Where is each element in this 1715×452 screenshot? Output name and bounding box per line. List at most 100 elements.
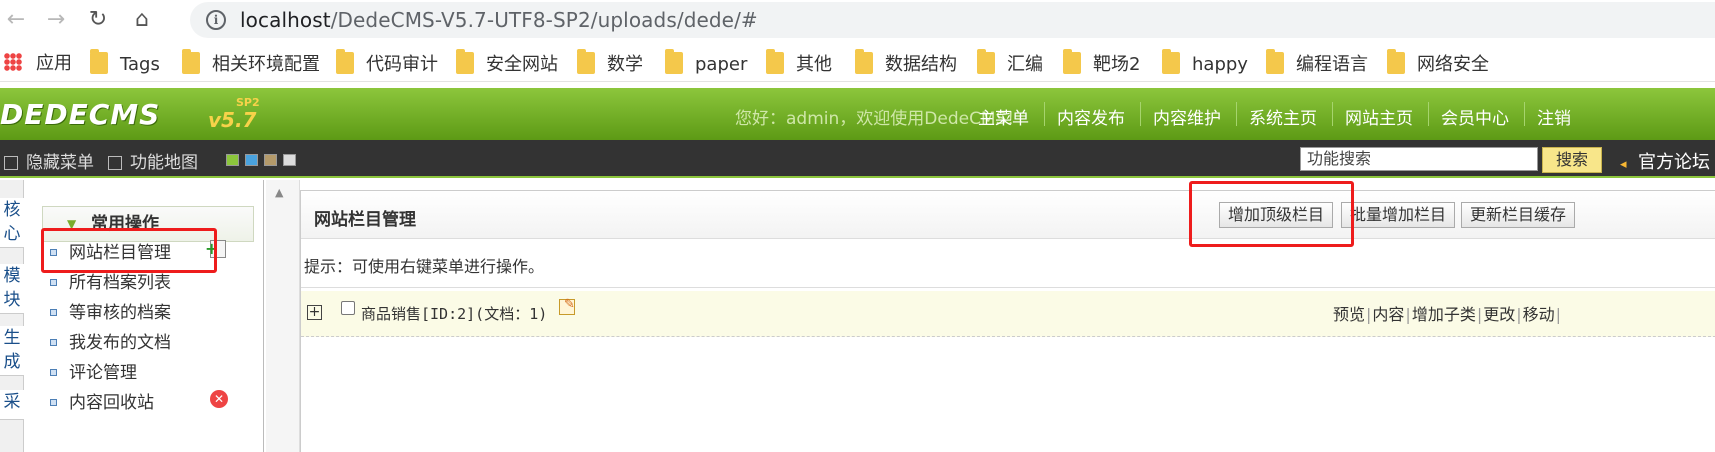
menu-item-recycle-bin[interactable]: 内容回收站 ✕ [50, 388, 228, 413]
site-info-icon[interactable]: i [206, 10, 226, 30]
address-bar[interactable]: i localhost/DedeCMS-V5.7-UTF8-SP2/upload… [190, 2, 1715, 38]
bookmarks-bar: 应用 Tags 相关环境配置 代码审计 安全网站 数学 paper 其他 数据结… [0, 44, 1715, 82]
batch-add-category-button[interactable]: 批量增加栏目 [1341, 202, 1456, 228]
folder-icon [665, 49, 683, 74]
topmenu-maintain[interactable]: 内容维护 [1153, 104, 1221, 129]
add-subcategory-link[interactable]: 增加子类 [1412, 305, 1476, 324]
left-menu-panel: ▼ 常用操作 网站栏目管理 所有档案列表 等审核的档案 我发布的文档 评论管理 … [24, 180, 264, 452]
update-category-cache-button[interactable]: 更新栏目缓存 [1461, 202, 1576, 228]
bookmark-folder[interactable]: paper [665, 49, 747, 76]
tab-generate[interactable]: 生成 [0, 326, 24, 376]
folder-icon [855, 49, 873, 74]
divider [301, 287, 1715, 288]
separator: | [1516, 305, 1522, 324]
bookmark-folder[interactable]: 编程语言 [1266, 49, 1368, 76]
bookmark-folder[interactable]: 安全网站 [456, 49, 558, 76]
folder-icon [766, 49, 784, 74]
main-title-row: 网站栏目管理 增加顶级栏目 批量增加栏目 更新栏目缓存 [301, 191, 1715, 239]
bookmark-folder[interactable]: 数学 [577, 49, 643, 76]
folder-icon [90, 49, 108, 74]
category-row[interactable]: + 商品销售[ID:2](文档：1) 预览|内容|增加子类|更改|移动| [301, 291, 1715, 337]
grid-icon [108, 156, 122, 170]
bullet-icon [50, 399, 57, 406]
bullet-icon [50, 339, 57, 346]
theme-brown-swatch[interactable] [264, 154, 277, 166]
menu-divider [1236, 102, 1237, 126]
edit-link[interactable]: 更改 [1483, 305, 1515, 324]
bookmark-apps[interactable]: 应用 [4, 52, 72, 76]
folder-icon [182, 49, 200, 74]
bookmark-folder[interactable]: 数据结构 [855, 49, 957, 76]
official-forum-link[interactable]: ◂ 官方论坛 [1620, 148, 1710, 174]
folder-icon [577, 49, 595, 74]
folder-icon [1063, 49, 1081, 74]
scroll-up-icon[interactable]: ▲ [275, 186, 283, 199]
separator: | [1405, 305, 1411, 324]
search-button[interactable]: 搜索 [1542, 147, 1602, 173]
topmenu-system-home[interactable]: 系统主页 [1249, 104, 1317, 129]
panel-icon [4, 156, 18, 170]
logo-version: v5.7 [208, 108, 257, 132]
hide-menu-button[interactable]: 隐藏菜单 [4, 148, 94, 173]
menu-scroller[interactable]: ▲ [266, 180, 300, 452]
category-checkbox[interactable] [341, 301, 355, 315]
tip-text: 提示：可使用右键菜单进行操作。 [304, 257, 545, 276]
bookmark-folder[interactable]: 代码审计 [336, 49, 438, 76]
folder-icon [336, 49, 354, 74]
bullet-icon [50, 309, 57, 316]
cms-header: DEDECMS SP2 v5.7 您好：admin，欢迎使用DedeCMS！ 主… [0, 88, 1715, 140]
url-text[interactable]: localhost/DedeCMS-V5.7-UTF8-SP2/uploads/… [240, 8, 758, 32]
tab-module[interactable]: 模块 [0, 264, 24, 314]
bookmark-folder[interactable]: 汇编 [977, 49, 1043, 76]
folder-icon [977, 49, 995, 74]
topmenu-site-home[interactable]: 网站主页 [1345, 104, 1413, 129]
tab-collect[interactable]: 采 [0, 390, 24, 420]
theme-blue-swatch[interactable] [245, 154, 258, 166]
move-link[interactable]: 移动 [1523, 305, 1555, 324]
page-title: 网站栏目管理 [314, 210, 416, 230]
dedecms-logo: DEDECMS [0, 98, 161, 131]
recycle-bin-icon[interactable]: ✕ [210, 390, 228, 408]
expand-plus-icon[interactable]: + [307, 305, 322, 320]
tab-core[interactable]: 核心 [0, 198, 24, 248]
forward-arrow-icon[interactable]: → [42, 6, 70, 34]
bookmark-folder[interactable]: 其他 [766, 49, 832, 76]
menu-item-comment-manage[interactable]: 评论管理 [50, 358, 137, 383]
topmenu-member-center[interactable]: 会员中心 [1441, 104, 1509, 129]
menu-item-pending-archives[interactable]: 等审核的档案 [50, 298, 171, 323]
home-icon[interactable]: ⌂ [128, 6, 156, 34]
theme-gray-swatch[interactable] [283, 154, 296, 166]
back-arrow-icon[interactable]: ← [2, 6, 30, 34]
bookmark-folder[interactable]: happy [1162, 49, 1248, 76]
folder-icon [1266, 49, 1284, 74]
reload-icon[interactable]: ↻ [84, 6, 112, 34]
menu-divider [1332, 102, 1333, 126]
cms-toolbar: 隐藏菜单 功能地图 功能搜索 搜索 ◂ 官方论坛 [0, 140, 1715, 178]
topmenu-publish[interactable]: 内容发布 [1057, 104, 1125, 129]
separator: | [1366, 305, 1372, 324]
theme-green-swatch[interactable] [226, 154, 239, 166]
bookmark-folder[interactable]: 网络安全 [1387, 49, 1489, 76]
preview-link[interactable]: 预览 [1333, 305, 1365, 324]
edit-icon[interactable] [559, 297, 575, 315]
topmenu-main[interactable]: 主菜单 [978, 104, 1029, 129]
folder-icon [1162, 49, 1180, 74]
bookmark-folder[interactable]: 靶场2 [1063, 49, 1140, 76]
menu-divider [1044, 102, 1045, 126]
bookmark-folder[interactable]: 相关环境配置 [182, 49, 320, 76]
bookmark-folder[interactable]: Tags [90, 49, 160, 76]
function-map-button[interactable]: 功能地图 [108, 148, 198, 173]
menu-divider [1524, 102, 1525, 126]
topmenu-logout[interactable]: 注销 [1537, 104, 1571, 129]
highlight-box [41, 228, 217, 273]
menu-divider [1140, 102, 1141, 126]
menu-divider [1428, 102, 1429, 126]
function-search-input[interactable]: 功能搜索 [1300, 147, 1538, 171]
menu-item-my-documents[interactable]: 我发布的文档 [50, 328, 171, 353]
bullet-icon [50, 369, 57, 376]
category-label[interactable]: 商品销售[ID:2](文档：1) [361, 303, 547, 324]
speaker-icon: ◂ [1620, 157, 1627, 172]
bullet-icon [50, 279, 57, 286]
left-tab-strip: 核心 模块 生成 采 [0, 180, 24, 452]
content-link[interactable]: 内容 [1372, 305, 1404, 324]
